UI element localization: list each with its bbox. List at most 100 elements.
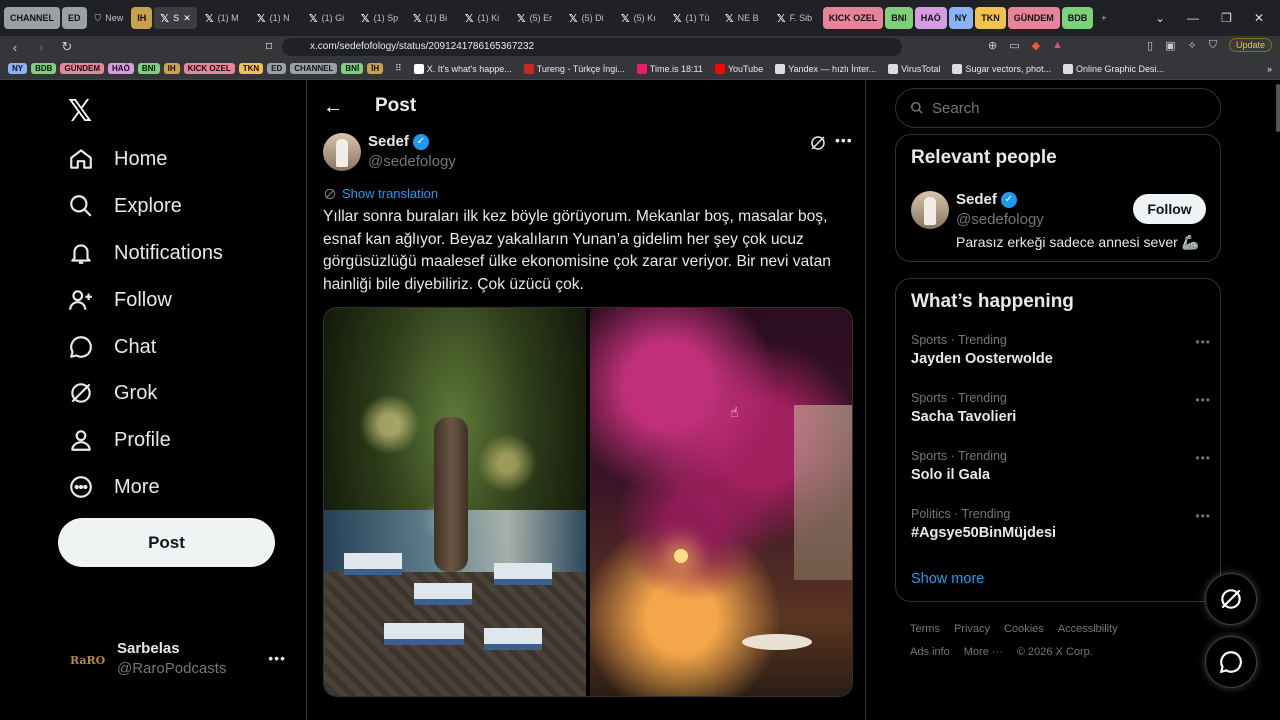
trend-more-icon[interactable]: ••• xyxy=(1195,451,1211,465)
browser-tab[interactable]: CHANNEL xyxy=(4,7,60,29)
page-scrollbar[interactable] xyxy=(1276,84,1280,132)
footer-link[interactable]: Ads info xyxy=(910,646,950,658)
sidebar-toggle-icon[interactable]: ▯ xyxy=(1147,39,1153,52)
browser-tab[interactable]: GÜNDEM xyxy=(1007,7,1060,29)
browser-tab[interactable]: 𝕏 (5) Di xyxy=(563,7,613,29)
back-nav-icon[interactable]: ‹ xyxy=(8,40,22,55)
show-translation-link[interactable]: Show translation xyxy=(323,186,438,201)
footer-link[interactable]: Terms xyxy=(910,623,940,635)
sidebar-item-chat[interactable]: Chat xyxy=(68,334,156,360)
browser-tab[interactable]: KICK OZEL xyxy=(822,7,884,29)
vpn-shield-icon[interactable]: ⛉ xyxy=(1209,39,1217,52)
browser-tab[interactable]: 𝕏 S ✕ xyxy=(154,7,197,29)
sidebar-item-explore[interactable]: Explore xyxy=(68,193,182,219)
url-field[interactable]: x.com/sedefofology/status/20912417861653… xyxy=(282,38,902,56)
grok-float-button[interactable] xyxy=(1205,573,1257,625)
relevant-person-handle[interactable]: @sedefology xyxy=(956,211,1044,228)
bookmark-link[interactable]: YouTube xyxy=(714,63,763,74)
post-photo-restaurant[interactable] xyxy=(324,308,586,696)
browser-tab[interactable]: IH xyxy=(131,7,153,29)
reload-icon[interactable]: ↻ xyxy=(60,39,74,55)
browser-tab[interactable]: 𝕏 (1) Ki xyxy=(459,7,509,29)
bookmark-link[interactable]: Online Graphic Desi... xyxy=(1063,63,1164,74)
relevant-person-avatar[interactable] xyxy=(911,191,949,229)
bookmark-folder-chip[interactable]: İH xyxy=(367,63,384,74)
ai-sparkle-icon[interactable]: ✧ xyxy=(1188,39,1197,52)
browser-tab[interactable]: 𝕏 F. Sib xyxy=(771,7,821,29)
footer-link[interactable]: Privacy xyxy=(954,623,990,635)
bookmark-link[interactable]: Time.is 18:11 xyxy=(636,63,703,74)
trend-item[interactable]: Sports · Trending Solo il Gala ••• xyxy=(911,449,1211,483)
footer-link[interactable]: © 2026 X Corp. xyxy=(1017,646,1093,658)
browser-tab[interactable]: BNI xyxy=(885,7,913,29)
forward-nav-icon[interactable]: › xyxy=(34,40,48,55)
bookmark-folder-chip[interactable]: BNI xyxy=(137,63,160,74)
browser-tab[interactable]: 𝕏 (1) M xyxy=(199,7,249,29)
browser-tab[interactable]: 𝕏 (1) Tü xyxy=(667,7,717,29)
trend-more-icon[interactable]: ••• xyxy=(1195,509,1211,523)
sidebar-item-home[interactable]: Home xyxy=(68,146,167,172)
bookmark-link[interactable]: Yandex — hızlı İnter... xyxy=(775,63,876,74)
wallet-icon[interactable]: ▣ xyxy=(1165,39,1175,52)
bookmark-folder-chip[interactable]: ED xyxy=(267,63,287,74)
sidebar-item-profile[interactable]: Profile xyxy=(68,427,171,453)
bookmark-link[interactable]: Sugar vectors, phot... xyxy=(952,63,1051,74)
trend-item[interactable]: Sports · Trending Sacha Tavolieri ••• xyxy=(911,391,1211,425)
maximize-icon[interactable]: ❐ xyxy=(1221,11,1232,25)
sidebar-item-notifications[interactable]: Notifications xyxy=(68,240,223,266)
sidebar-item-more[interactable]: More xyxy=(68,474,160,500)
bookmark-folder-chip[interactable]: NY xyxy=(8,63,28,74)
browser-tab[interactable]: BDB xyxy=(1061,7,1094,29)
messages-float-button[interactable] xyxy=(1205,636,1257,688)
bookmark-folder-chip[interactable]: HAÖ xyxy=(108,63,134,74)
footer-link[interactable]: Accessibility xyxy=(1058,623,1118,635)
post-button[interactable]: Post xyxy=(58,518,275,567)
x-logo-icon[interactable]: 𝕏 xyxy=(68,94,92,129)
show-more-link[interactable]: Show more xyxy=(911,571,984,587)
browser-tab[interactable]: 𝕏 (5) Er xyxy=(511,7,561,29)
browser-tab[interactable]: TKN xyxy=(975,7,1006,29)
browser-tab[interactable]: 𝕏 (1) Bi xyxy=(407,7,457,29)
browser-tab[interactable]: 𝕏 NE B xyxy=(719,7,769,29)
trend-more-icon[interactable]: ••• xyxy=(1195,335,1211,349)
grok-explain-icon[interactable] xyxy=(809,134,827,152)
author-name-row[interactable]: Sedef ✓ xyxy=(368,133,429,150)
browser-tab[interactable]: 𝕏 (1) Gi xyxy=(303,7,353,29)
tab-list-chevron-icon[interactable]: ⌄ xyxy=(1155,11,1165,25)
bookmark-folder-chip[interactable]: BDB xyxy=(31,63,57,74)
trend-item[interactable]: Politics · Trending #Agsye50BinMüjdesi ••• xyxy=(911,507,1211,541)
account-more-icon[interactable]: ••• xyxy=(268,650,286,666)
minimize-icon[interactable]: — xyxy=(1187,11,1199,25)
bookmark-link[interactable]: Tureng - Türkçe İngi... xyxy=(523,63,625,74)
bookmark-folder-chip[interactable]: CHANNEL xyxy=(290,63,338,74)
trend-item[interactable]: Sports · Trending Jayden Oosterwolde ••• xyxy=(911,333,1211,367)
author-handle[interactable]: @sedefology xyxy=(368,153,456,170)
browser-tab[interactable]: 𝕏 (1) Sp xyxy=(355,7,405,29)
close-window-icon[interactable]: ✕ xyxy=(1254,11,1264,25)
sidebar-item-follow[interactable]: Follow xyxy=(68,287,172,313)
search-box[interactable]: Search xyxy=(895,88,1221,128)
zoom-icon[interactable]: ⊕ xyxy=(988,39,997,52)
browser-tab[interactable]: ⛉ New xyxy=(89,7,130,29)
follow-button[interactable]: Follow xyxy=(1133,194,1206,224)
bookmark-folder-chip[interactable]: TKN xyxy=(238,63,264,74)
bookmark-link[interactable]: X. It's what's happe... xyxy=(413,63,512,74)
new-tab-icon[interactable]: + xyxy=(1095,7,1112,29)
trend-more-icon[interactable]: ••• xyxy=(1195,393,1211,407)
post-photo-bougainvillea[interactable] xyxy=(590,308,852,696)
browser-tab[interactable]: HAÖ xyxy=(914,7,947,29)
browser-tab[interactable]: 𝕏 (1) N xyxy=(251,7,301,29)
bookmark-folder-chip[interactable]: KICK OZEL xyxy=(183,63,235,74)
footer-link[interactable]: More ··· xyxy=(964,646,1003,658)
cast-icon[interactable]: ▭ xyxy=(1009,39,1019,52)
browser-tab[interactable]: ED xyxy=(62,7,87,29)
sidebar-item-grok[interactable]: Grok xyxy=(68,380,157,406)
bookmark-folder-chip[interactable]: GÜNDEM xyxy=(60,63,105,74)
rewards-icon[interactable]: ▲ xyxy=(1052,39,1063,51)
footer-link[interactable]: Cookies xyxy=(1004,623,1044,635)
bookmark-link[interactable]: VirusTotal xyxy=(888,63,940,74)
account-switcher[interactable]: RaRO Sarbelas @RaroPodcasts ••• xyxy=(70,636,300,680)
bookmark-folder-chip[interactable]: IH xyxy=(163,63,180,74)
bookmark-star-icon[interactable]: ⌑ xyxy=(262,39,276,55)
close-tab-icon[interactable]: ✕ xyxy=(183,13,191,24)
